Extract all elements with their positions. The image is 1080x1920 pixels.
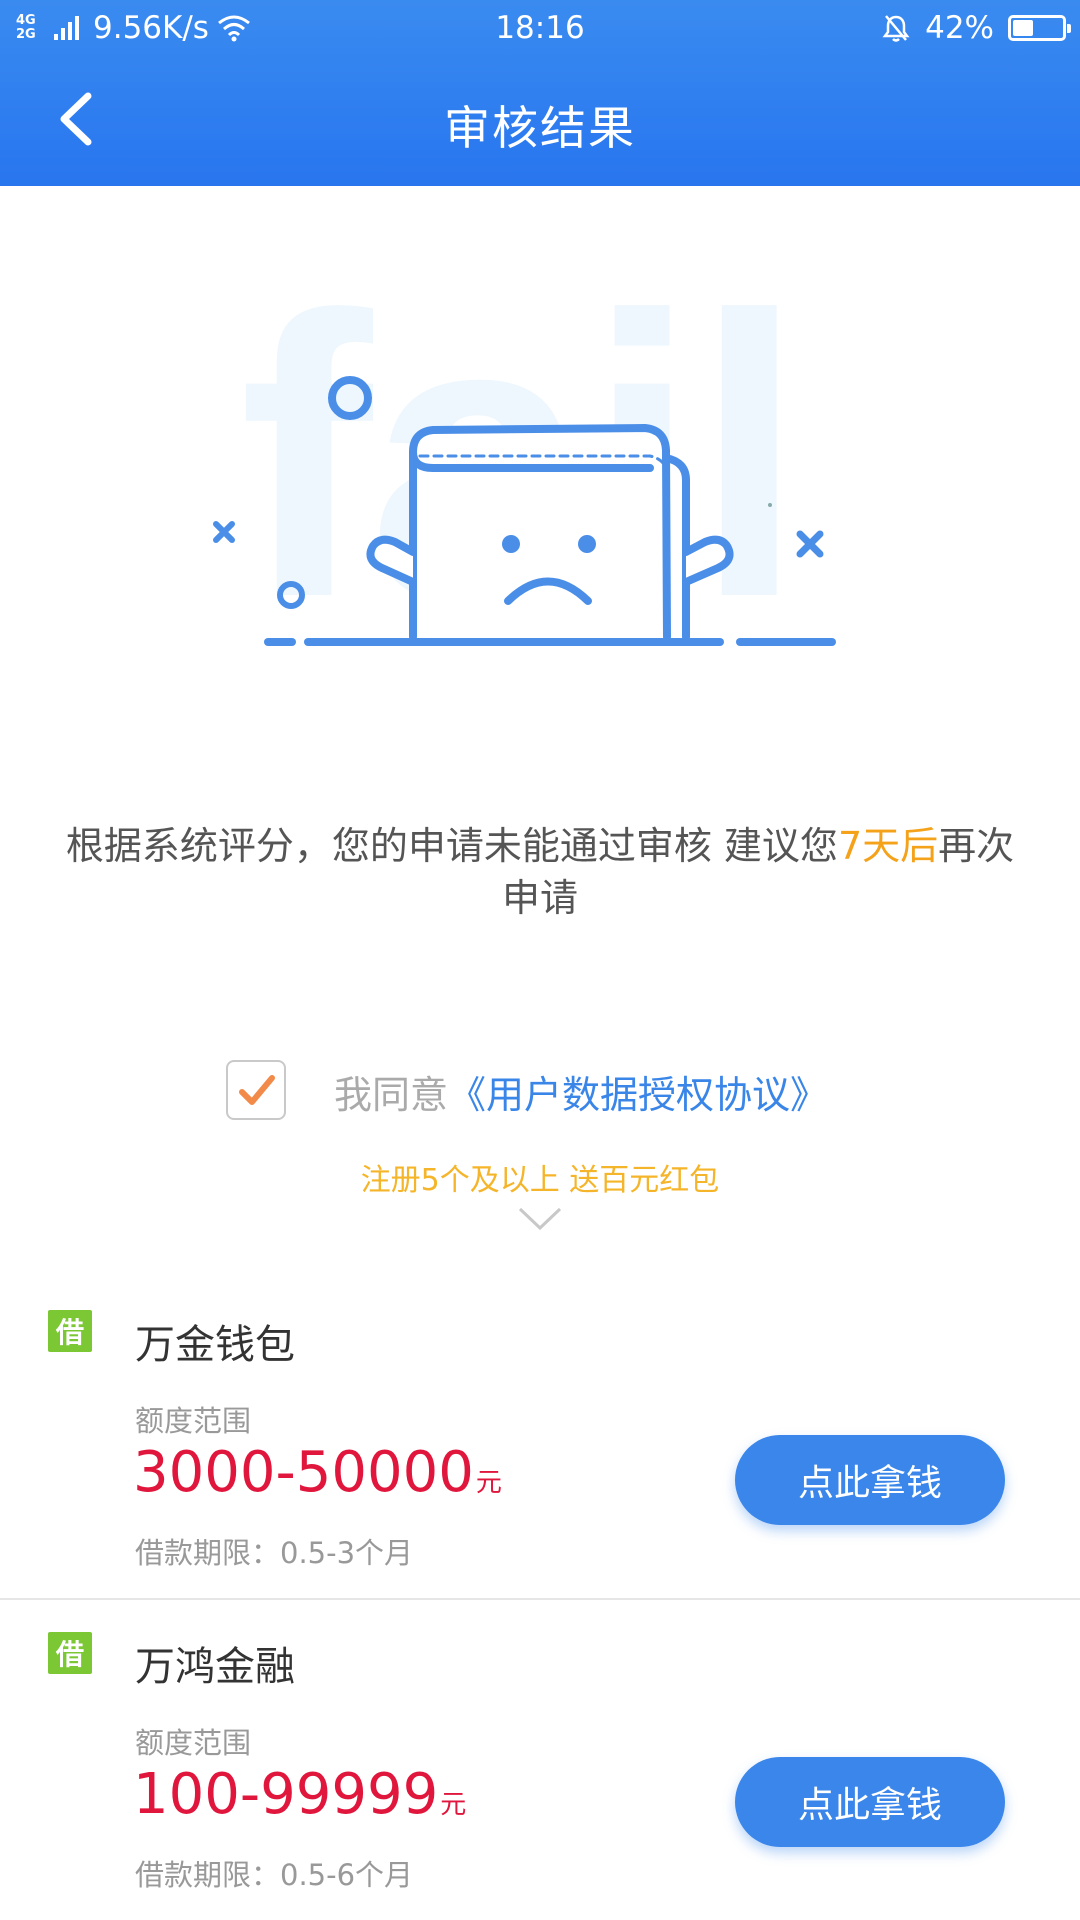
cross-decoration-right	[796, 530, 824, 558]
loan-badge-icon: 借	[48, 1310, 92, 1352]
loan-badge-icon: 借	[48, 1632, 92, 1674]
loan-term: 借款期限：0.5-3个月	[135, 1536, 414, 1570]
battery-percent: 42%	[925, 10, 994, 46]
limit-amount: 3000-50000	[133, 1440, 474, 1505]
battery-level	[1013, 20, 1034, 36]
limit-value: 3000-50000元	[133, 1440, 502, 1505]
page-title: 审核结果	[444, 101, 636, 155]
agreement-checkbox[interactable]	[226, 1060, 286, 1120]
limit-value: 100-99999元	[133, 1762, 466, 1827]
status-right: 42%	[881, 10, 1071, 46]
limit-amount: 100-99999	[133, 1762, 439, 1827]
limit-label: 额度范围	[135, 1726, 252, 1760]
agreement-text: 我同意《用户数据授权协议》	[334, 1073, 829, 1117]
fail-illustration: fail	[213, 290, 836, 660]
loan-card: 借 万金钱包 额度范围 3000-50000元 借款期限：0.5-3个月 点此拿…	[0, 1280, 1080, 1600]
get-money-button[interactable]: 点此拿钱	[735, 1435, 1005, 1525]
cross-decoration-left	[213, 521, 235, 543]
status-bar: 4G 2G 9.56K/s 18:16 42%	[0, 0, 1080, 56]
app-header: 4G 2G 9.56K/s 18:16 42% 审核结果	[0, 0, 1080, 186]
nav-bar: 审核结果	[0, 56, 1080, 186]
retry-days-highlight: 7天后	[837, 824, 939, 868]
loan-term: 借款期限：0.5-6个月	[135, 1858, 414, 1892]
loan-name: 万鸿金融	[135, 1644, 295, 1690]
loan-card: 借 万鸿金融 额度范围 100-99999元 借款期限：0.5-6个月 点此拿钱	[0, 1602, 1080, 1920]
limit-unit: 元	[475, 1468, 502, 1498]
bell-off-icon	[882, 15, 910, 42]
promo-text: 注册5个及以上 送百元红包	[360, 1163, 720, 1198]
result-message: 根据系统评分，您的申请未能通过审核 建议您7天后再次申请	[65, 824, 1015, 920]
get-money-button[interactable]: 点此拿钱	[735, 1757, 1005, 1847]
checkmark-icon	[239, 1075, 275, 1105]
battery-icon	[1008, 15, 1071, 41]
limit-label: 额度范围	[135, 1404, 252, 1438]
chevron-down-icon[interactable]	[518, 1206, 562, 1232]
agreement-link[interactable]: 《用户数据授权协议》	[448, 1073, 828, 1117]
loan-name: 万金钱包	[135, 1322, 295, 1368]
agreement-row: 我同意《用户数据授权协议》	[0, 1058, 1080, 1122]
limit-unit: 元	[440, 1790, 467, 1820]
